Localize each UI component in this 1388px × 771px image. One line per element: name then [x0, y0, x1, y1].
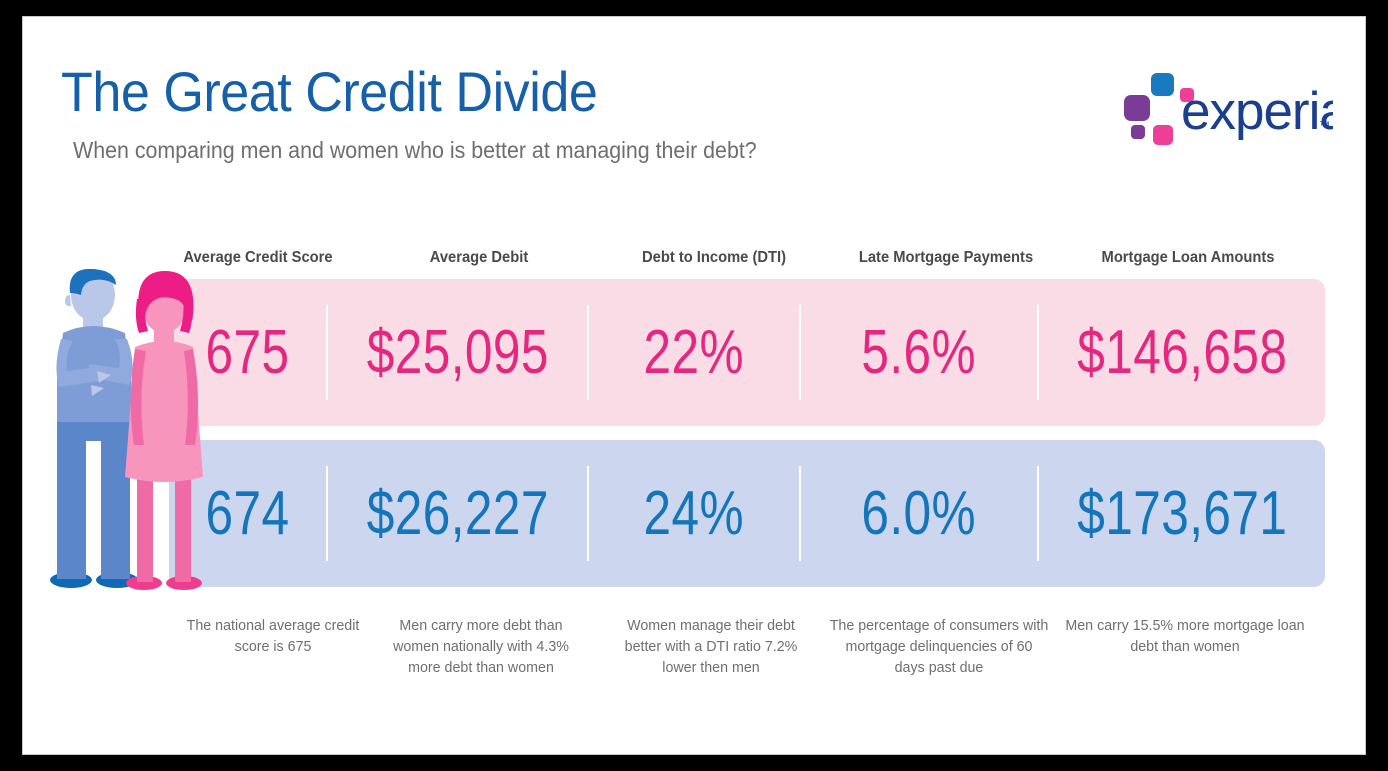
logo-square-blue [1151, 73, 1174, 96]
caption-dti: Women manage their debt better with a DT… [624, 617, 798, 676]
logo-square-pink-bottom [1153, 125, 1173, 145]
men-data-row: 674 $26,227 24% 6.0% $173,671 [169, 440, 1325, 587]
page-subtitle: When comparing men and women who is bett… [73, 137, 757, 163]
poster-frame: The Great Credit Divide When comparing m… [0, 0, 1388, 771]
woman-leg-right [175, 474, 191, 582]
value-men-late-mortgage: 6.0% [861, 479, 977, 548]
value-men-average-debit: $26,227 [366, 479, 549, 548]
caption-late-mortgage: The percentage of consumers with mortgag… [829, 617, 1049, 676]
value-women-mortgage-loan: $146,658 [1076, 318, 1288, 387]
man-ear [65, 295, 71, 307]
logo-square-purple-large [1124, 95, 1150, 121]
man-leg-right [101, 419, 130, 579]
cell-women-dti: 22% [589, 279, 799, 426]
value-men-mortgage-loan: $173,671 [1076, 479, 1288, 548]
value-women-dti: 22% [643, 318, 745, 387]
value-women-credit-score: 675 [205, 318, 290, 387]
cell-women-late-mortgage: 5.6% [801, 279, 1037, 426]
cell-women-average-debit: $25,095 [328, 279, 587, 426]
cell-women-mortgage-loan: $146,658 [1039, 279, 1325, 426]
experian-logo-svg: experian ™ [1124, 73, 1365, 145]
logo-square-purple-small [1131, 125, 1145, 139]
logo-wordmark: experian [1181, 82, 1333, 141]
women-data-row: 675 $25,095 22% 5.6% $146,658 [169, 279, 1325, 426]
column-header-credit-score: Average Credit Score [183, 249, 333, 266]
value-women-average-debit: $25,095 [366, 318, 549, 387]
column-header-average-debit: Average Debit [429, 249, 529, 266]
column-header-dti: Debt to Income (DTI) [642, 249, 786, 266]
cell-men-average-debit: $26,227 [328, 440, 587, 587]
column-header-late-mortgage: Late Mortgage Payments [858, 249, 1034, 266]
man-and-woman-illustration [49, 268, 209, 591]
experian-logo: experian ™ [1123, 69, 1365, 145]
value-men-credit-score: 674 [205, 479, 290, 548]
cell-men-late-mortgage: 6.0% [801, 440, 1037, 587]
caption-credit-score: The national average credit score is 675 [186, 617, 360, 655]
man-figure [50, 268, 138, 588]
cell-men-dti: 24% [589, 440, 799, 587]
cell-men-mortgage-loan: $173,671 [1039, 440, 1325, 587]
value-women-late-mortgage: 5.6% [861, 318, 977, 387]
people-svg [50, 268, 203, 590]
value-men-dti: 24% [643, 479, 745, 548]
caption-mortgage-loan: Men carry 15.5% more mortgage loan debt … [1065, 617, 1305, 655]
man-leg-left [57, 419, 86, 579]
logo-trademark: ™ [1319, 120, 1330, 132]
infographic-canvas: The Great Credit Divide When comparing m… [22, 16, 1366, 755]
woman-figure [125, 271, 203, 590]
woman-leg-left [137, 474, 153, 582]
column-header-mortgage-loan: Mortgage Loan Amounts [1101, 249, 1275, 266]
page-title: The Great Credit Divide [61, 60, 598, 123]
caption-average-debit: Men carry more debt than women nationall… [393, 617, 569, 676]
